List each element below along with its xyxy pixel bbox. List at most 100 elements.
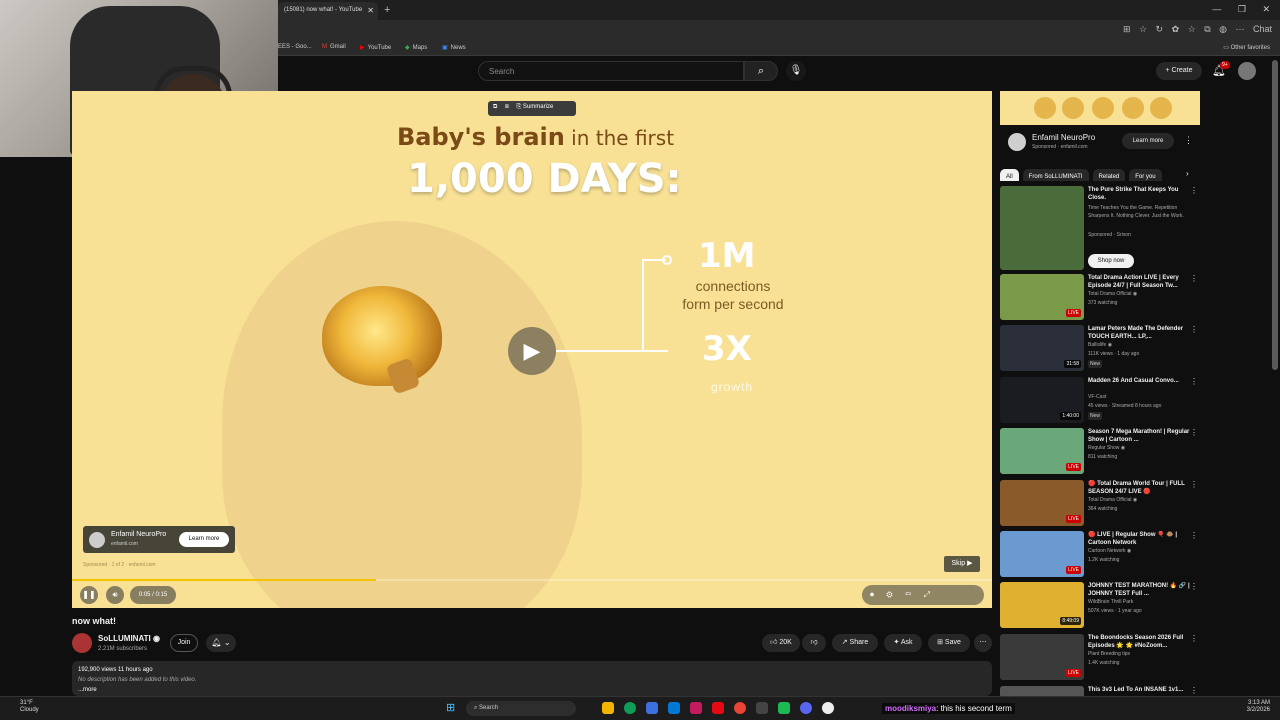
- video-title[interactable]: Season 7 Mega Marathon! | Regular Show |…: [1088, 428, 1190, 444]
- theater-mode-icon[interactable]: ▭: [905, 590, 911, 599]
- ad-overlay-card[interactable]: Enfamil NeuroPro enfamil.com Learn more: [83, 526, 235, 553]
- video-thumbnail[interactable]: LIVE: [1000, 274, 1084, 320]
- recommended-video-card[interactable]: LIVE Total Drama Action LIVE | Every Epis…: [1000, 274, 1200, 320]
- video-channel[interactable]: Total Drama Official ◉: [1088, 291, 1190, 297]
- sidebar-ad-info[interactable]: Enfamil NeuroPro Sponsored · enfamil.com…: [1000, 127, 1200, 157]
- join-button[interactable]: Join: [170, 634, 198, 652]
- video-thumbnail[interactable]: LIVE: [1000, 531, 1084, 577]
- netflix-icon[interactable]: [712, 702, 724, 714]
- miniplayer-icon[interactable]: ⧉: [493, 104, 497, 110]
- video-thumbnail[interactable]: 1:40:00: [1000, 377, 1084, 423]
- more-vert-icon[interactable]: ⋮: [1190, 582, 1198, 591]
- outlook-icon[interactable]: [668, 702, 680, 714]
- video-title[interactable]: The Pure Strike That Keeps You Close.: [1088, 186, 1190, 202]
- share-button[interactable]: ↗ Share: [832, 634, 878, 652]
- sidebar-ad-learn-more[interactable]: Learn more: [1122, 133, 1174, 149]
- video-progress-bar[interactable]: [72, 579, 992, 581]
- video-title[interactable]: 🔴 Total Drama World Tour | FULL SEASON 2…: [1088, 480, 1190, 496]
- pause-icon[interactable]: ❚❚: [80, 586, 98, 604]
- more-vert-icon[interactable]: ⋮: [1190, 480, 1198, 489]
- video-player[interactable]: ⧉ ⧈ ⎘ Summarize Baby's brain in the firs…: [72, 91, 992, 608]
- video-channel[interactable]: Time Teaches You the Game. Repetition Sh…: [1088, 204, 1190, 220]
- player-right-controls[interactable]: ⏺ ⚙ ▭ ⤢: [862, 585, 984, 605]
- video-thumbnail[interactable]: LIVE: [1000, 634, 1084, 680]
- video-title[interactable]: Madden 26 And Casual Convo...: [1088, 377, 1190, 385]
- window-controls[interactable]: — ❐ ✕: [1212, 4, 1270, 15]
- video-thumbnail[interactable]: LIVE: [1000, 428, 1084, 474]
- video-title[interactable]: JOHNNY TEST MARATHON! 🔥 🔗 | JOHNNY TEST …: [1088, 582, 1190, 598]
- video-thumbnail[interactable]: [1000, 186, 1084, 270]
- video-overlay-toolbar[interactable]: ⧉ ⧈ ⎘ Summarize: [488, 101, 576, 116]
- video-thumbnail[interactable]: 8:49:09: [1000, 582, 1084, 628]
- chip-for-you[interactable]: For you: [1129, 169, 1162, 181]
- more-vert-icon[interactable]: ⋮: [1190, 274, 1198, 283]
- chip-related[interactable]: Related: [1092, 169, 1126, 181]
- bookmark-gmail[interactable]: M Gmail: [322, 44, 346, 50]
- more-vert-icon[interactable]: ⋮: [1190, 377, 1198, 386]
- ask-button[interactable]: ✦ Ask: [884, 634, 922, 652]
- video-title[interactable]: Lamar Peters Made The Defender TOUCH EAR…: [1088, 325, 1190, 341]
- discord-icon[interactable]: [800, 702, 812, 714]
- description-box[interactable]: 192,900 views 11 hours ago No descriptio…: [72, 661, 992, 696]
- profile-avatar[interactable]: [1238, 62, 1256, 80]
- channel-avatar[interactable]: [72, 633, 92, 653]
- recommended-video-card[interactable]: LIVE The Boondocks Season 2026 Full Episo…: [1000, 634, 1200, 680]
- more-vert-icon[interactable]: ⋮: [1190, 428, 1198, 437]
- like-button[interactable]: 👍︎ 20K: [762, 634, 800, 652]
- recommended-video-card[interactable]: The Pure Strike That Keeps You Close. Tim…: [1000, 186, 1200, 270]
- recommended-video-card[interactable]: LIVE 🔴 LIVE | Regular Show 🎈 🐵 | Cartoon …: [1000, 531, 1200, 577]
- taskbar-search[interactable]: ⌕ Search: [466, 701, 576, 716]
- chevron-right-icon[interactable]: ›: [1186, 169, 1189, 178]
- more-vert-icon[interactable]: ⋮: [1190, 531, 1198, 540]
- new-tab-button[interactable]: +: [384, 4, 390, 16]
- description-more-link[interactable]: ...more: [78, 687, 97, 693]
- video-thumbnail[interactable]: 31:58: [1000, 325, 1084, 371]
- system-clock[interactable]: 3:13 AM 3/2/2026: [1247, 700, 1270, 714]
- recommended-video-card[interactable]: 1:40:00 Madden 26 And Casual Convo... VF-C…: [1000, 377, 1200, 423]
- other-favorites[interactable]: ▭ Other favorites: [1223, 44, 1270, 51]
- skip-ad-button[interactable]: Skip ▶: [944, 556, 980, 572]
- file-explorer-icon[interactable]: [602, 702, 614, 714]
- bookmark-youtube[interactable]: ▶ YouTube: [360, 44, 391, 51]
- more-actions-button[interactable]: ⋯: [974, 634, 992, 652]
- browser-tab-active[interactable]: (15081) now what! - YouTube ✕: [278, 2, 378, 20]
- autoplay-toggle-icon[interactable]: ⏺: [870, 590, 874, 599]
- chrome-icon[interactable]: [734, 702, 746, 714]
- bookmark-maps[interactable]: ◆ Maps: [405, 44, 427, 51]
- video-channel[interactable]: Regular Show ◉: [1088, 445, 1190, 451]
- copilot-chat-label[interactable]: Chat: [1253, 24, 1272, 34]
- voice-search-button[interactable]: 🎙︎: [786, 61, 806, 81]
- close-tab-icon[interactable]: ✕: [367, 6, 374, 15]
- more-vert-icon[interactable]: ⋮: [1190, 634, 1198, 643]
- shop-now-button[interactable]: Shop now: [1088, 254, 1134, 268]
- sidebar-ad-banner[interactable]: [1000, 91, 1200, 125]
- video-title[interactable]: The Boondocks Season 2026 Full Episodes …: [1088, 634, 1190, 650]
- video-channel[interactable]: VF-Cast: [1088, 394, 1190, 400]
- more-vert-icon[interactable]: ⋮: [1190, 686, 1198, 695]
- dislike-button[interactable]: 👎︎: [802, 634, 826, 652]
- capcut-icon[interactable]: [822, 702, 834, 714]
- recommended-video-card[interactable]: LIVE Season 7 Mega Marathon! | Regular Sh…: [1000, 428, 1200, 474]
- windows-start-icon[interactable]: ⊞: [446, 701, 455, 714]
- search-input[interactable]: Search: [478, 61, 744, 81]
- video-title[interactable]: This 3v3 Led To An INSANE 1v1...: [1088, 686, 1190, 694]
- store-icon[interactable]: [646, 702, 658, 714]
- video-thumbnail[interactable]: LIVE: [1000, 480, 1084, 526]
- more-vert-icon[interactable]: ⋮: [1190, 325, 1198, 334]
- browser-toolbar-icons[interactable]: ⊞ ☆ ↻ ✿ ☆ ⧉ ◍ ⋯ Chat: [1123, 24, 1272, 35]
- subscribed-bell-button[interactable]: 🔔︎ ⌄: [206, 634, 236, 652]
- ad-learn-more-button[interactable]: Learn more: [179, 532, 229, 547]
- search-button[interactable]: ⌕: [744, 61, 778, 81]
- page-scrollbar[interactable]: [1272, 60, 1278, 370]
- play-icon[interactable]: ▶: [508, 327, 556, 375]
- more-vert-icon[interactable]: ⋮: [1184, 135, 1193, 146]
- channel-name[interactable]: SoLLUMINATI ◉: [98, 634, 160, 643]
- recommended-video-card[interactable]: LIVE 🔴 Total Drama World Tour | FULL SEAS…: [1000, 480, 1200, 526]
- chip-from-channel[interactable]: From SoLLUMINATI: [1022, 169, 1089, 181]
- app-icon[interactable]: [778, 702, 790, 714]
- weather-widget[interactable]: 31°F Cloudy: [20, 700, 39, 714]
- more-vert-icon[interactable]: ⋮: [1190, 186, 1198, 195]
- video-title[interactable]: Total Drama Action LIVE | Every Episode …: [1088, 274, 1190, 290]
- video-channel[interactable]: Ballislife ◉: [1088, 342, 1190, 348]
- edge-icon[interactable]: [624, 702, 636, 714]
